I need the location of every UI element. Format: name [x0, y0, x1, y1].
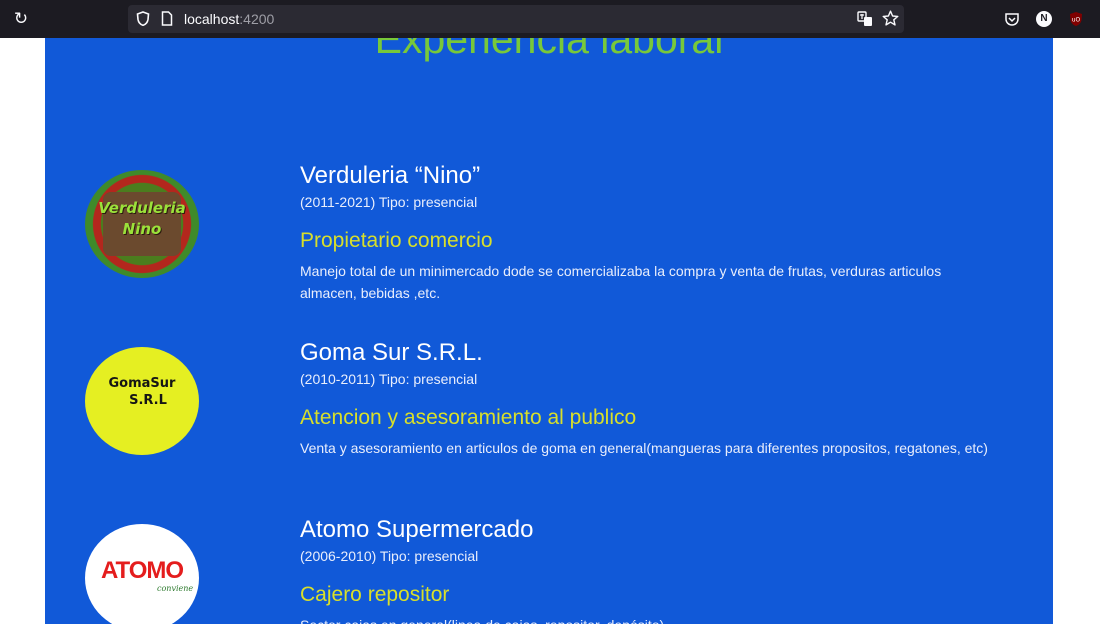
- job-company: Atomo Supermercado: [300, 516, 534, 543]
- job-description: Sector cajas en general(linea de cajas, …: [300, 614, 1000, 624]
- job-role: Propietario comercio: [300, 229, 493, 252]
- logo-text: Nino: [122, 220, 162, 238]
- logo-text: Verduleria: [98, 199, 186, 217]
- job-company: Verduleria “Nino”: [300, 162, 481, 189]
- job-period: (2010-2011) Tipo: presencial: [300, 371, 478, 387]
- reload-icon[interactable]: ↻: [12, 10, 30, 28]
- browser-toolbar: ↻ localhost:4200 N uO: [0, 0, 1100, 38]
- job-description: Manejo total de un minimercado dode se c…: [300, 263, 942, 301]
- logo-tagline: conviene: [157, 584, 194, 593]
- logo-text: ATOMO: [100, 557, 184, 584]
- atomo-logo: ATOMO conviene: [85, 524, 199, 624]
- page-info-icon[interactable]: [161, 11, 173, 26]
- job-description: Venta y asesoramiento en articulos de go…: [300, 440, 988, 456]
- translate-icon[interactable]: [857, 11, 873, 27]
- job-role: Cajero repositor: [300, 583, 450, 606]
- verduleria-logo: Verduleria Nino: [85, 170, 199, 278]
- url-port: :4200: [239, 11, 275, 27]
- job-company: Goma Sur S.R.L.: [300, 339, 483, 366]
- bookmark-star-icon[interactable]: [882, 10, 899, 27]
- svg-text:uO: uO: [1072, 17, 1081, 24]
- section-title: Experiencia laboral: [374, 38, 724, 62]
- job-period: (2011-2021) Tipo: presencial: [300, 194, 478, 210]
- tracking-shield-icon[interactable]: [136, 11, 150, 26]
- pocket-icon[interactable]: [1004, 11, 1020, 27]
- logo-text: GomaSur: [108, 376, 176, 391]
- job-role: Atencion y asesoramiento al publico: [300, 406, 637, 429]
- url-text[interactable]: localhost:4200: [184, 10, 274, 28]
- url-host: localhost: [184, 11, 240, 27]
- logo-text: S.R.L: [129, 393, 167, 408]
- account-icon[interactable]: N: [1036, 11, 1052, 27]
- gomasur-logo: GomaSur S.R.L: [85, 347, 199, 455]
- experience-section: Experiencia laboral Verduleria Nino Verd…: [45, 38, 1053, 624]
- job-period: (2006-2010) Tipo: presencial: [300, 548, 479, 564]
- ublock-icon[interactable]: uO: [1068, 11, 1084, 27]
